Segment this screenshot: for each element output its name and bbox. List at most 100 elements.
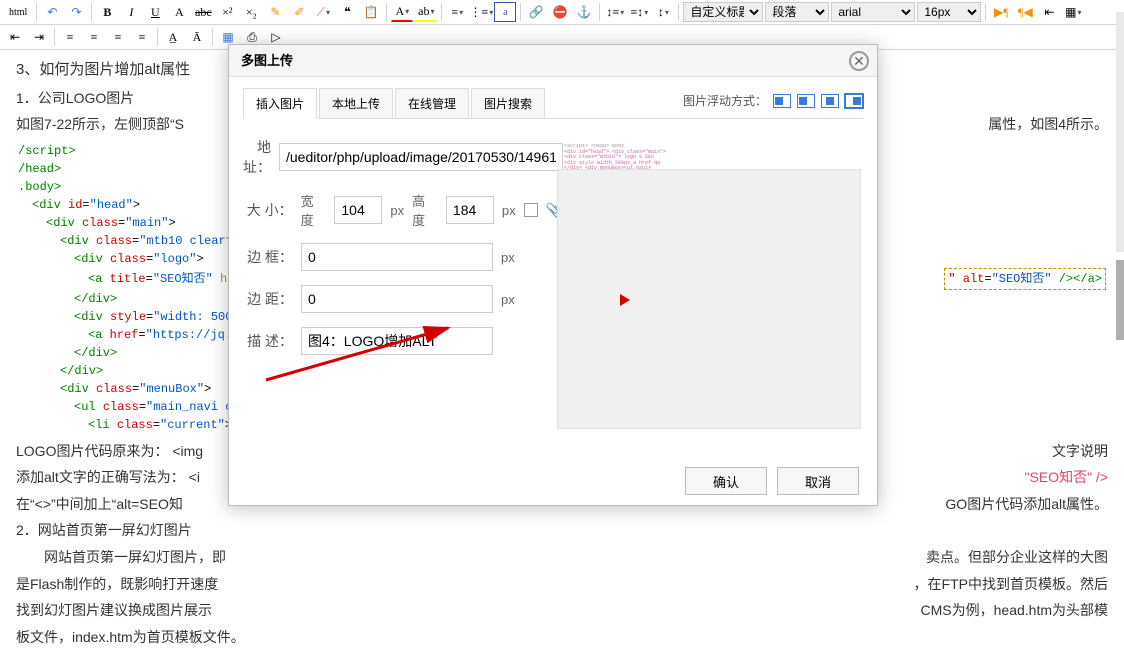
ul-button[interactable]: ⋮≡ — [470, 2, 492, 22]
undo-button[interactable]: ↶ — [41, 2, 63, 22]
underline-button[interactable]: U — [144, 2, 166, 22]
height-label: 高度 — [412, 191, 438, 229]
format-button[interactable]: ✐ — [288, 2, 310, 22]
text-line: 属性，如图4所示。 — [988, 111, 1108, 138]
float-center-button[interactable] — [821, 94, 839, 108]
url-input[interactable] — [279, 143, 563, 171]
text-line: ，在FTP中找到首页模板。然后 — [914, 571, 1108, 598]
toolbar-row-1: html ↶ ↷ B I U A abc ×² ×₂ ✎ ✐ ⟋ ❝ 📋 A a… — [0, 0, 1124, 25]
forecolor-button[interactable]: A — [391, 2, 413, 22]
upload-modal: 多图上传 ✕ 插入图片 本地上传 在线管理 图片搜索 图片浮动方式： 地 址： … — [228, 44, 878, 506]
link-button[interactable]: 🔗 — [525, 2, 547, 22]
url-row: 地 址： — [243, 137, 563, 177]
tab-search[interactable]: 图片搜索 — [471, 88, 545, 118]
float-right-button[interactable] — [845, 94, 863, 108]
align-justify-button[interactable]: ≡ — [131, 27, 153, 47]
clean-button[interactable]: ✎ — [264, 2, 286, 22]
separator — [36, 3, 37, 21]
lock-ratio-checkbox[interactable] — [524, 203, 538, 217]
align-center-button[interactable]: ≡ — [83, 27, 105, 47]
modal-footer: 确认 取消 — [229, 457, 877, 505]
ltr-button[interactable]: ▶¶ — [990, 2, 1012, 22]
height-input[interactable] — [446, 196, 494, 224]
superscript-button[interactable]: ×² — [216, 2, 238, 22]
spacing-button[interactable]: ≡↕ — [628, 2, 650, 22]
width-input[interactable] — [334, 196, 382, 224]
quote-button[interactable]: ❝ — [336, 2, 358, 22]
margin-input[interactable] — [301, 285, 493, 313]
anchor-button[interactable]: ⚓ — [573, 2, 595, 22]
brush-button[interactable]: ⟋ — [312, 2, 334, 22]
paste-button[interactable]: 📋 — [360, 2, 382, 22]
text-line: LOGO图片代码原来为： <img — [16, 438, 203, 465]
strike-button[interactable]: abc — [192, 2, 214, 22]
size-select[interactable]: 16px — [917, 2, 981, 22]
width-label: 宽度 — [301, 191, 327, 229]
align-right-button[interactable]: ≡ — [107, 27, 129, 47]
text-line: 文字说明 — [1052, 438, 1108, 465]
text-line: 2．网站首页第一屏幻灯图片 — [16, 517, 1108, 544]
ol-button[interactable]: ≡ — [446, 2, 468, 22]
desc-row: 描 述： — [243, 327, 563, 355]
border-input[interactable] — [301, 243, 493, 271]
float-left-button[interactable] — [797, 94, 815, 108]
lineheight-button[interactable]: ↕≡ — [604, 2, 626, 22]
tab-local[interactable]: 本地上传 — [319, 88, 393, 118]
tool-b-button[interactable]: Ā — [186, 27, 208, 47]
desc-input[interactable] — [301, 327, 493, 355]
modal-title: 多图上传 — [241, 53, 293, 68]
url-label: 地 址： — [243, 137, 271, 177]
text-line: 网站首页第一屏幻灯图片，即 — [16, 544, 226, 571]
size-row: 大 小： 宽度 px 高度 px 📎 — [243, 191, 563, 229]
ok-button[interactable]: 确认 — [685, 467, 767, 495]
bold-button[interactable]: B — [96, 2, 118, 22]
separator — [985, 3, 986, 21]
align-left-button[interactable]: ≡ — [59, 27, 81, 47]
size-label: 大 小： — [243, 200, 293, 220]
para-spacing-button[interactable]: ↕ — [652, 2, 674, 22]
margin-label: 边 距： — [243, 289, 293, 309]
outdent-button[interactable]: ⇤ — [1038, 2, 1060, 22]
unit-px: px — [501, 292, 515, 307]
scrollbar-thumb[interactable] — [1116, 260, 1124, 340]
close-button[interactable]: ✕ — [849, 51, 869, 71]
float-label: 图片浮动方式： — [683, 92, 767, 109]
border-label: 边 框： — [243, 247, 293, 267]
float-mode-group: 图片浮动方式： — [683, 92, 863, 113]
unit-px: px — [390, 203, 404, 218]
separator — [678, 3, 679, 21]
unlink-button[interactable]: ⛔ — [549, 2, 571, 22]
rtl-button[interactable]: ¶◀ — [1014, 2, 1036, 22]
font-button[interactable]: A — [168, 2, 190, 22]
select-all-button[interactable]: a — [494, 2, 516, 22]
tab-insert[interactable]: 插入图片 — [243, 88, 317, 119]
separator — [599, 3, 600, 21]
modal-body: 插入图片 本地上传 在线管理 图片搜索 图片浮动方式： 地 址： 大 小： 宽度… — [229, 77, 877, 379]
tool-a-button[interactable]: A̲ — [162, 27, 184, 47]
italic-button[interactable]: I — [120, 2, 142, 22]
separator — [386, 3, 387, 21]
tab-online[interactable]: 在线管理 — [395, 88, 469, 118]
font-select[interactable]: arial — [831, 2, 915, 22]
separator — [157, 28, 158, 46]
paragraph-select[interactable]: 段落 — [765, 2, 829, 22]
separator — [91, 3, 92, 21]
backcolor-button[interactable]: ab — [415, 2, 437, 22]
margin-row: 边 距： px — [243, 285, 563, 313]
text-line: 添加alt文字的正确写法为： <i — [16, 464, 200, 491]
text-line: 是Flash制作的，既影响打开速度 — [16, 571, 218, 598]
scrollbar-track — [1116, 12, 1124, 252]
heading-select[interactable]: 自定义标题 — [683, 2, 763, 22]
redo-button[interactable]: ↷ — [65, 2, 87, 22]
cancel-button[interactable]: 取消 — [777, 467, 859, 495]
subscript-button[interactable]: ×₂ — [240, 2, 262, 22]
text-line: CMS为例，head.htm为头部模 — [921, 597, 1108, 624]
float-none-button[interactable] — [773, 94, 791, 108]
more-button[interactable]: ▦ — [1062, 2, 1084, 22]
indent-left-button[interactable]: ⇤ — [4, 27, 26, 47]
preview-area: <script> <head> body <div id="head"> <di… — [557, 169, 861, 429]
indent-right-button[interactable]: ⇥ — [28, 27, 50, 47]
text-line: "SEO知否" /> — [1025, 464, 1108, 491]
source-button[interactable]: html — [4, 2, 32, 22]
separator — [441, 3, 442, 21]
